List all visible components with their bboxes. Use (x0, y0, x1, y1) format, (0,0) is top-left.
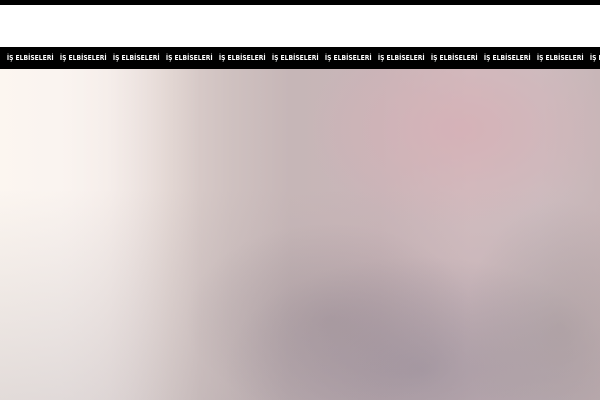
marquee-item[interactable]: İŞ ELBİSELERİ (159, 47, 213, 69)
page: İŞ ELBİSELERİ İŞ ELBİSELERİ İŞ ELBİSELER… (0, 0, 600, 400)
marquee-item[interactable]: İŞ ELBİSELERİ (318, 47, 372, 69)
marquee-item[interactable]: İŞ ELBİSELERİ (0, 47, 54, 69)
marquee-item[interactable]: İŞ ELBİSELERİ (106, 47, 160, 69)
marquee-item[interactable]: İŞ ELBİSELERİ (424, 47, 478, 69)
marquee-item[interactable]: İŞ ELBİSELERİ (477, 47, 531, 69)
marquee-item[interactable]: İŞ ELBİSELERİ (583, 47, 600, 69)
announcement-marquee[interactable]: İŞ ELBİSELERİ İŞ ELBİSELERİ İŞ ELBİSELER… (0, 47, 600, 69)
marquee-item[interactable]: İŞ ELBİSELERİ (530, 47, 584, 69)
marquee-item[interactable]: İŞ ELBİSELERİ (212, 47, 266, 69)
hero-banner-image[interactable] (0, 69, 600, 400)
marquee-item[interactable]: İŞ ELBİSELERİ (265, 47, 319, 69)
hero-bottom-fade (0, 69, 600, 400)
marquee-item[interactable]: İŞ ELBİSELERİ (371, 47, 425, 69)
marquee-track: İŞ ELBİSELERİ İŞ ELBİSELERİ İŞ ELBİSELER… (0, 47, 600, 69)
marquee-item[interactable]: İŞ ELBİSELERİ (53, 47, 107, 69)
header-area (0, 5, 600, 47)
